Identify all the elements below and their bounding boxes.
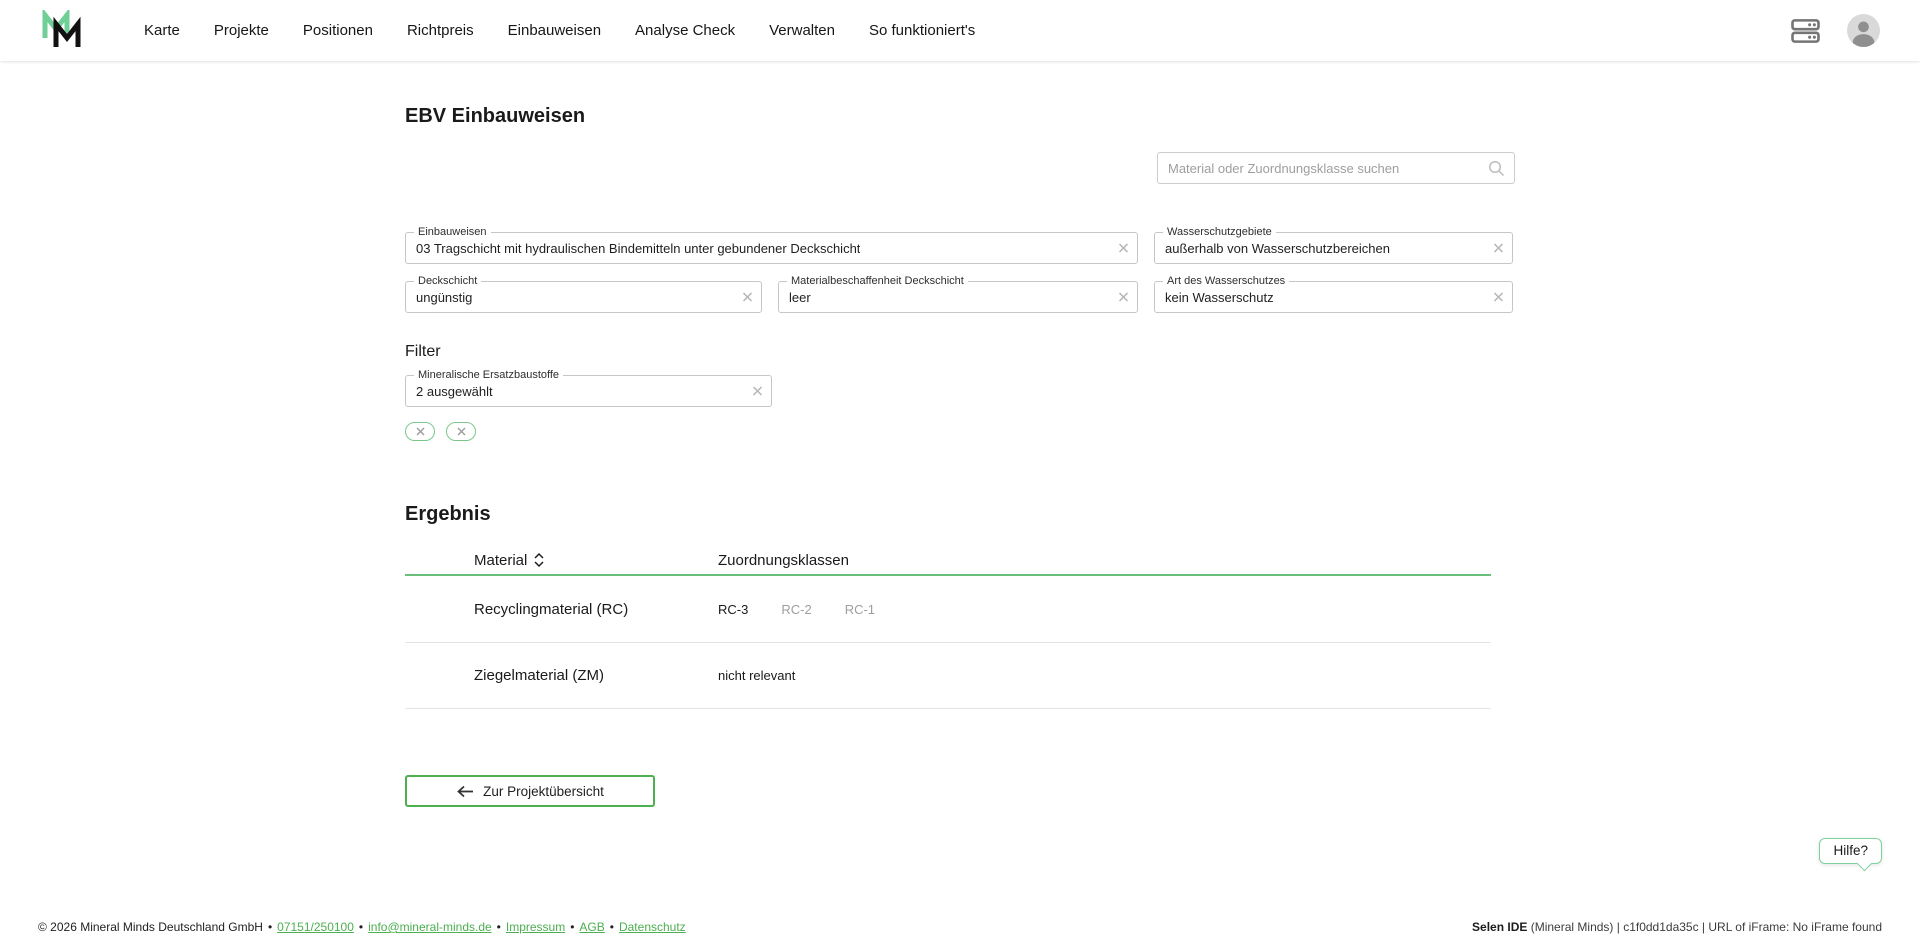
agb-link[interactable]: AGB xyxy=(579,920,604,934)
art-des-wasserschutzes-clear-icon[interactable] xyxy=(1493,292,1504,303)
materialbeschaffenheit-value: leer xyxy=(789,290,811,305)
nav-item-positionen[interactable]: Positionen xyxy=(303,22,373,39)
wasserschutzgebiete-value: außerhalb von Wasserschutzbereichen xyxy=(1165,241,1390,256)
search-input[interactable] xyxy=(1168,161,1488,176)
zuordnungsklasse-rc2: RC-2 xyxy=(781,602,811,617)
mineralische-ersatzbaustoffe-label: Mineralische Ersatzbaustoffe xyxy=(414,368,563,382)
materialbeschaffenheit-label: Materialbeschaffenheit Deckschicht xyxy=(787,274,968,288)
mineral-minds-logo[interactable] xyxy=(42,10,86,52)
nav-item-einbauweisen[interactable]: Einbauweisen xyxy=(508,22,601,39)
wasserschutzgebiete-select[interactable]: Wasserschutzgebiete außerhalb von Wasser… xyxy=(1154,232,1513,264)
deckschicht-clear-icon[interactable] xyxy=(742,292,753,303)
art-des-wasserschutzes-value: kein Wasserschutz xyxy=(1165,290,1274,305)
deckschicht-label: Deckschicht xyxy=(414,274,481,288)
server-icon xyxy=(1790,18,1821,44)
einbauweisen-label: Einbauweisen xyxy=(414,225,491,239)
arrow-left-icon xyxy=(456,785,474,798)
nav-item-analyse-check[interactable]: Analyse Check xyxy=(635,22,735,39)
nav-item-karte[interactable]: Karte xyxy=(144,22,180,39)
materialbeschaffenheit-select[interactable]: Materialbeschaffenheit Deckschicht leer xyxy=(778,281,1138,313)
column-header-material[interactable]: Material xyxy=(474,552,718,569)
remove-icon xyxy=(416,427,425,436)
einbauweisen-value: 03 Tragschicht mit hydraulischen Bindemi… xyxy=(416,241,860,256)
filter-heading: Filter xyxy=(405,343,1515,361)
back-to-project-overview-button[interactable]: Zur Projektübersicht xyxy=(405,775,655,807)
zuordnungsklasse-rc1: RC-1 xyxy=(845,602,875,617)
table-header-row: Material Zuordnungsklassen xyxy=(405,546,1491,576)
server-status-button[interactable] xyxy=(1790,18,1821,44)
results-table: Material Zuordnungsklassen Recyclingmate… xyxy=(405,546,1491,709)
nav-item-richtpreis[interactable]: Richtpreis xyxy=(407,22,474,39)
top-navbar: Karte Projekte Positionen Richtpreis Ein… xyxy=(0,0,1920,61)
deckschicht-value: ungünstig xyxy=(416,290,472,305)
einbauweisen-clear-icon[interactable] xyxy=(1118,243,1129,254)
remove-icon xyxy=(457,427,466,436)
main-navigation: Karte Projekte Positionen Richtpreis Ein… xyxy=(144,22,975,39)
user-avatar-icon xyxy=(1847,14,1880,47)
help-button[interactable]: Hilfe? xyxy=(1819,838,1882,864)
nav-item-so-funktionierts[interactable]: So funktioniert's xyxy=(869,22,975,39)
filter-chip-remove-1[interactable] xyxy=(405,422,435,441)
wasserschutzgebiete-clear-icon[interactable] xyxy=(1493,243,1504,254)
materialbeschaffenheit-clear-icon[interactable] xyxy=(1118,292,1129,303)
search-field xyxy=(1157,152,1515,184)
art-des-wasserschutzes-label: Art des Wasserschutzes xyxy=(1163,274,1289,288)
filter-chip-remove-2[interactable] xyxy=(446,422,476,441)
results-heading: Ergebnis xyxy=(405,503,1515,526)
zuordnungsklasse-nicht-relevant: nicht relevant xyxy=(718,668,795,683)
mineralische-ersatzbaustoffe-value: 2 ausgewählt xyxy=(416,384,493,399)
art-des-wasserschutzes-select[interactable]: Art des Wasserschutzes kein Wasserschutz xyxy=(1154,281,1513,313)
column-header-zuordnungsklassen: Zuordnungsklassen xyxy=(718,552,849,569)
datenschutz-link[interactable]: Datenschutz xyxy=(619,920,686,934)
mineralische-ersatzbaustoffe-clear-icon[interactable] xyxy=(752,386,763,397)
email-link[interactable]: info@mineral-minds.de xyxy=(368,920,492,934)
mineralische-ersatzbaustoffe-select[interactable]: Mineralische Ersatzbaustoffe 2 ausgewähl… xyxy=(405,375,772,407)
phone-link[interactable]: 07151/250100 xyxy=(277,920,354,934)
deckschicht-select[interactable]: Deckschicht ungünstig xyxy=(405,281,762,313)
main-content: EBV Einbauweisen Einbauweisen 03 Tragsch… xyxy=(405,105,1515,807)
debug-info: Selen IDE (Mineral Minds) | c1f0dd1da35c… xyxy=(1472,920,1882,934)
sort-icon xyxy=(533,552,545,568)
table-row-recyclingmaterial: Recyclingmaterial (RC) RC-3 RC-2 RC-1 xyxy=(405,576,1491,643)
back-button-label: Zur Projektübersicht xyxy=(483,784,604,799)
copyright-text: © 2026 Mineral Minds Deutschland GmbH xyxy=(38,920,263,934)
material-name: Recyclingmaterial (RC) xyxy=(474,601,718,618)
user-menu-button[interactable] xyxy=(1847,14,1880,47)
nav-item-verwalten[interactable]: Verwalten xyxy=(769,22,835,39)
impressum-link[interactable]: Impressum xyxy=(506,920,565,934)
material-name: Ziegelmaterial (ZM) xyxy=(474,667,718,684)
page-title: EBV Einbauweisen xyxy=(405,105,1515,128)
einbauweisen-select[interactable]: Einbauweisen 03 Tragschicht mit hydrauli… xyxy=(405,232,1138,264)
zuordnungsklasse-rc3: RC-3 xyxy=(718,602,748,617)
wasserschutzgebiete-label: Wasserschutzgebiete xyxy=(1163,225,1276,239)
page-footer: © 2026 Mineral Minds Deutschland GmbH • … xyxy=(0,920,1920,934)
nav-item-projekte[interactable]: Projekte xyxy=(214,22,269,39)
search-icon xyxy=(1488,160,1505,177)
selected-filter-chips xyxy=(405,422,1515,441)
table-row-ziegelmaterial: Ziegelmaterial (ZM) nicht relevant xyxy=(405,643,1491,709)
